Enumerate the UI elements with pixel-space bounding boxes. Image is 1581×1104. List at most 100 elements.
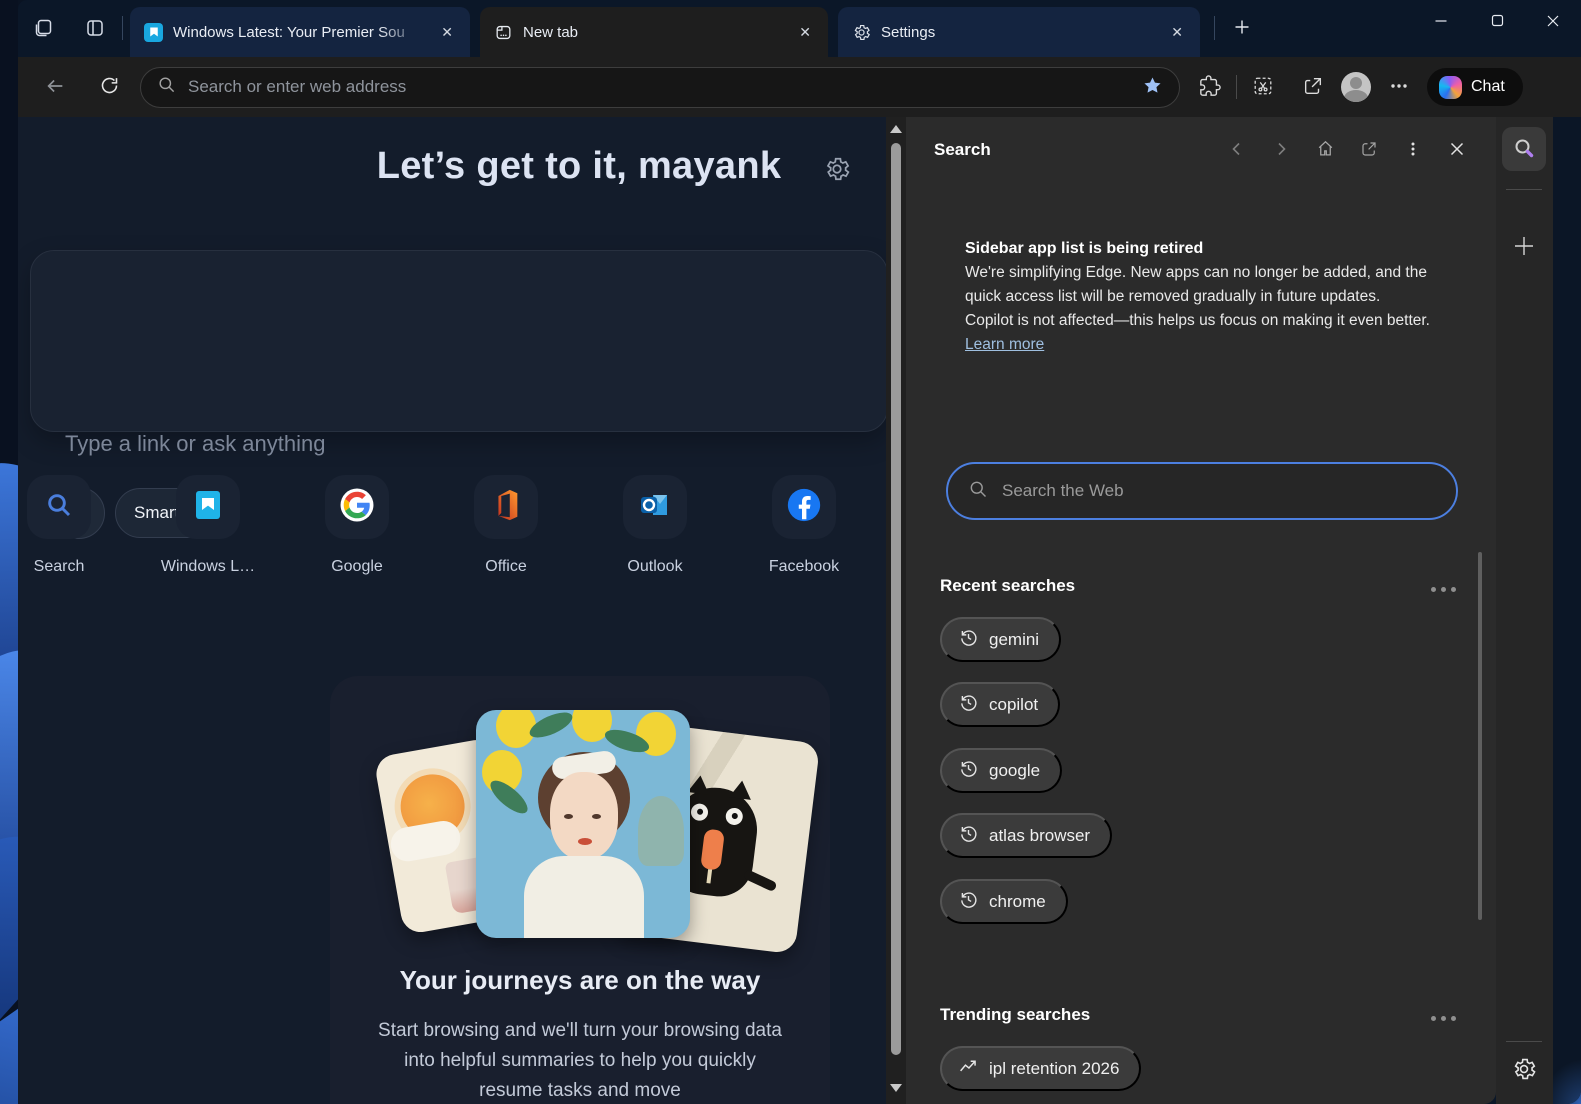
refresh-button[interactable]	[92, 70, 126, 104]
tab-close-button[interactable]: ✕	[794, 22, 816, 42]
learn-more-link[interactable]: Learn more	[965, 333, 1044, 357]
panel-close-button[interactable]	[1442, 135, 1472, 165]
recent-search-label: atlas browser	[989, 826, 1090, 846]
rail-add-button[interactable]	[1502, 225, 1546, 269]
web-capture-button[interactable]	[1245, 69, 1281, 105]
share-icon	[1302, 75, 1324, 100]
back-button[interactable]	[38, 70, 72, 104]
refresh-icon	[99, 75, 120, 99]
trending-search-pill[interactable]: ipl retention 2026	[940, 1046, 1141, 1091]
new-tab-button[interactable]	[1226, 12, 1258, 44]
minimize-button[interactable]	[1413, 0, 1469, 44]
cat-eye	[690, 803, 709, 822]
search-icon	[157, 75, 176, 99]
rail-divider	[1506, 1041, 1542, 1042]
page-settings-button[interactable]	[823, 155, 851, 186]
quick-link-office[interactable]: Office	[474, 475, 538, 576]
recent-search-pill[interactable]: google	[940, 748, 1062, 793]
greeting-row: Let’s get to it, mayank	[272, 145, 886, 188]
tab-title: Settings	[881, 24, 935, 41]
journeys-illustration	[330, 676, 830, 966]
tab-windows-latest[interactable]: Windows Latest: Your Premier Sou ✕	[130, 7, 470, 57]
scroll-up-arrow[interactable]	[890, 125, 902, 133]
favorites-star-button[interactable]	[1135, 70, 1169, 104]
portrait-eye	[564, 814, 573, 819]
sidebar-rail	[1496, 117, 1553, 1104]
panel-home-button[interactable]	[1310, 135, 1340, 165]
tab-settings[interactable]: Settings ✕	[838, 7, 1200, 57]
tab-actions-button[interactable]	[80, 14, 110, 44]
outlook-icon	[637, 487, 673, 528]
trending-searches-options-button[interactable]	[1427, 1012, 1460, 1025]
panel-header: Search	[906, 130, 1496, 170]
kebab-menu-icon	[1405, 141, 1421, 160]
settings-favicon	[852, 23, 871, 42]
copilot-chat-button[interactable]: Chat	[1427, 68, 1523, 106]
home-icon	[1316, 139, 1335, 161]
panel-back-button[interactable]	[1222, 135, 1252, 165]
cat-ear	[687, 774, 711, 795]
address-placeholder: Search or enter web address	[188, 77, 1135, 97]
quick-link-facebook[interactable]: Facebook	[772, 475, 836, 576]
workspaces-button[interactable]	[28, 14, 58, 44]
page-scrollbar[interactable]	[886, 117, 906, 1104]
quick-link-label: Outlook	[627, 558, 682, 576]
panel-more-options-button[interactable]	[1398, 135, 1428, 165]
gear-icon	[1511, 1056, 1537, 1085]
rail-search-button[interactable]	[1502, 127, 1546, 171]
desktop-wallpaper	[0, 0, 18, 1104]
recent-search-pill[interactable]: atlas browser	[940, 813, 1112, 858]
window-controls	[1413, 0, 1581, 44]
cloud-illustration	[388, 818, 463, 864]
web-search-placeholder: Search the Web	[1002, 481, 1124, 501]
close-icon	[1449, 141, 1465, 160]
google-icon	[338, 486, 376, 529]
notice-title: Sidebar app list is being retired	[965, 237, 1445, 261]
pine-illustration	[638, 796, 684, 866]
extensions-button[interactable]	[1192, 69, 1228, 105]
quick-link-search[interactable]: Search	[27, 475, 91, 576]
web-search-input[interactable]: Search the Web	[946, 462, 1458, 520]
tab-actions-icon	[85, 18, 105, 41]
portrait-shirt	[524, 856, 644, 938]
plus-icon	[1513, 235, 1535, 260]
profile-avatar[interactable]	[1341, 72, 1371, 102]
quick-link-label: Google	[331, 558, 383, 576]
share-button[interactable]	[1295, 69, 1331, 105]
back-arrow-icon	[44, 75, 66, 100]
panel-forward-button[interactable]	[1266, 135, 1296, 165]
quick-link-label: Windows L…	[161, 558, 255, 576]
external-link-icon	[1360, 140, 1378, 161]
quick-link-outlook[interactable]: Outlook	[623, 475, 687, 576]
facebook-tile	[772, 475, 836, 539]
rail-settings-button[interactable]	[1502, 1048, 1546, 1092]
scroll-down-arrow[interactable]	[890, 1084, 902, 1092]
search-icon	[1512, 136, 1536, 163]
open-in-new-tab-button[interactable]	[1354, 135, 1384, 165]
tab-divider	[1214, 16, 1215, 40]
popsicle-stick	[706, 869, 712, 883]
tab-new-tab[interactable]: New tab ✕	[480, 7, 828, 57]
new-tab-favicon	[494, 23, 513, 42]
recent-search-pill[interactable]: copilot	[940, 682, 1060, 727]
maximize-button[interactable]	[1469, 0, 1525, 44]
address-bar[interactable]: Search or enter web address	[140, 67, 1180, 108]
settings-and-more-button[interactable]	[1381, 69, 1417, 105]
recent-searches-options-button[interactable]	[1427, 583, 1460, 596]
plus-icon	[1234, 15, 1250, 41]
ellipsis-icon	[1389, 76, 1409, 99]
recent-search-pill[interactable]: gemini	[940, 617, 1061, 662]
quick-link-google[interactable]: Google	[325, 475, 389, 576]
close-window-button[interactable]	[1525, 0, 1581, 44]
tab-close-button[interactable]: ✕	[1166, 22, 1188, 42]
recent-search-label: chrome	[989, 892, 1046, 912]
tab-close-button[interactable]: ✕	[436, 22, 458, 42]
quick-link-windows-latest[interactable]: Windows L…	[176, 475, 240, 576]
recent-search-pill[interactable]: chrome	[940, 879, 1068, 924]
main-region: Let’s get to it, mayank Type a link or a…	[18, 117, 1581, 1104]
tab-title: New tab	[523, 24, 578, 41]
retirement-notice: Sidebar app list is being retired We're …	[965, 237, 1445, 357]
scrollbar-thumb[interactable]	[891, 143, 901, 1055]
newtab-search-box[interactable]: Type a link or ask anything Smart	[30, 250, 886, 432]
panel-scrollbar-thumb[interactable]	[1478, 552, 1482, 920]
